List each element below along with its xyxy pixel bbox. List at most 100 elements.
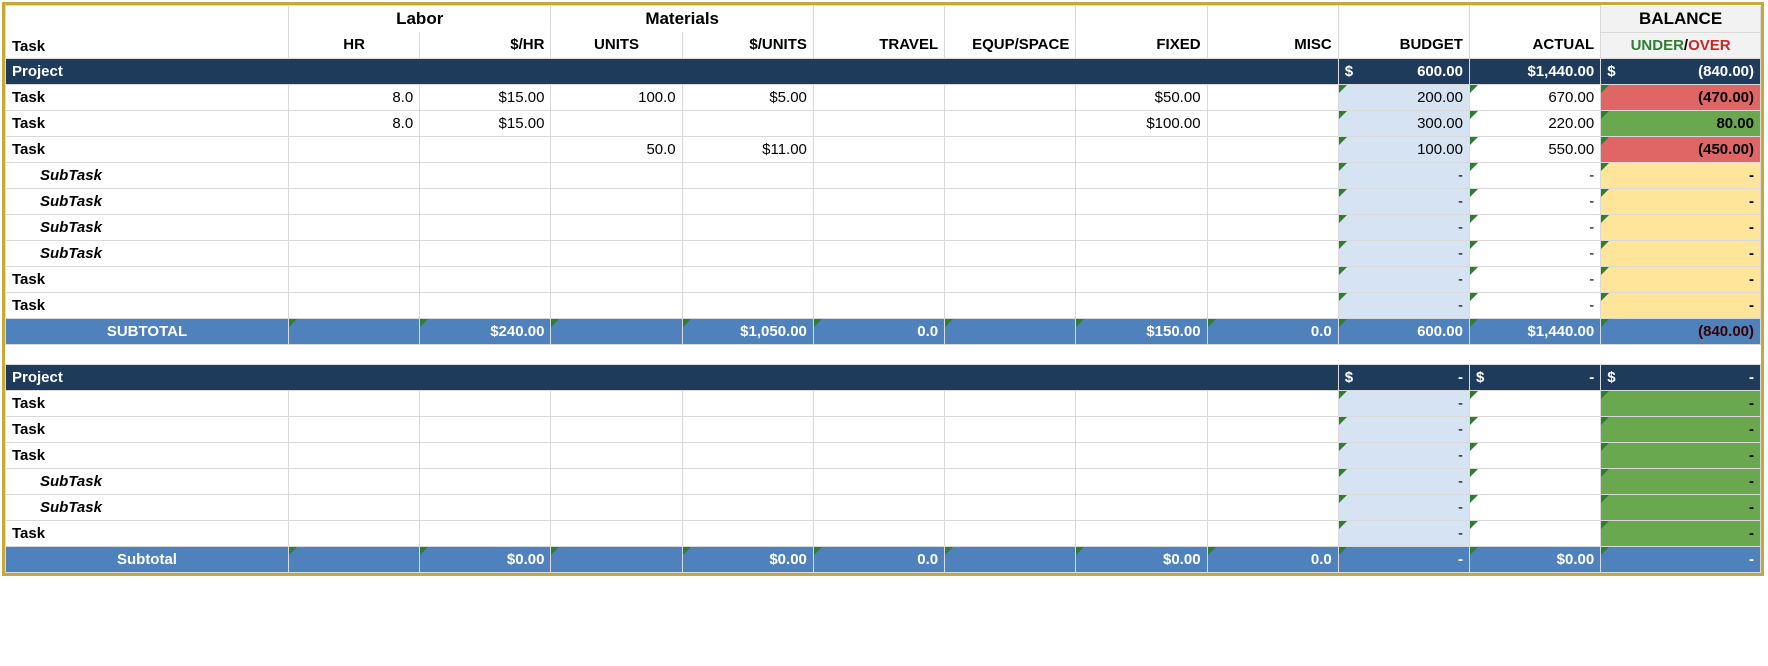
cell-budget[interactable]: - — [1338, 162, 1469, 188]
table-row[interactable]: Task8.0$15.00100.0$5.00$50.00200.00670.0… — [6, 84, 1761, 110]
cell-misc[interactable] — [1207, 110, 1338, 136]
cell-equip[interactable] — [945, 292, 1076, 318]
table-row[interactable]: SubTask--- — [6, 240, 1761, 266]
cell-budget[interactable]: - — [1338, 468, 1469, 494]
cell-unit-rate[interactable] — [682, 292, 813, 318]
cell-actual[interactable]: 550.00 — [1469, 136, 1600, 162]
table-row[interactable]: SubTask--- — [6, 162, 1761, 188]
row-label[interactable]: SubTask — [6, 240, 289, 266]
cell-budget[interactable]: 300.00 — [1338, 110, 1469, 136]
table-row[interactable]: Task-- — [6, 520, 1761, 546]
cell-rate[interactable] — [420, 214, 551, 240]
project-row[interactable]: Project $- $- $- — [6, 364, 1761, 390]
cell-travel[interactable] — [813, 110, 944, 136]
header-misc[interactable]: MISC — [1207, 32, 1338, 58]
subtotal-fixed[interactable]: $150.00 — [1076, 318, 1207, 344]
cell-misc[interactable] — [1207, 188, 1338, 214]
cell-balance[interactable]: - — [1601, 214, 1761, 240]
cell-actual[interactable]: - — [1469, 266, 1600, 292]
cell-actual[interactable]: 220.00 — [1469, 110, 1600, 136]
cell-balance[interactable]: - — [1601, 520, 1761, 546]
cell-fixed[interactable] — [1076, 188, 1207, 214]
row-label[interactable]: Task — [6, 292, 289, 318]
table-row[interactable]: SubTask-- — [6, 468, 1761, 494]
row-label[interactable]: SubTask — [6, 188, 289, 214]
project-balance[interactable]: $- — [1601, 364, 1761, 390]
cell-hr[interactable] — [288, 292, 419, 318]
subtotal-balance[interactable]: (840.00) — [1601, 318, 1761, 344]
header-budget[interactable]: BUDGET — [1338, 32, 1469, 58]
cell-rate[interactable] — [420, 240, 551, 266]
cell-unit-rate[interactable] — [682, 188, 813, 214]
row-label[interactable]: Task — [6, 390, 289, 416]
row-label[interactable]: Task — [6, 110, 289, 136]
cell-travel[interactable] — [813, 292, 944, 318]
cell-misc[interactable] — [1207, 266, 1338, 292]
cell-actual[interactable] — [1469, 416, 1600, 442]
cell-hr[interactable] — [288, 266, 419, 292]
cell-budget[interactable]: - — [1338, 188, 1469, 214]
row-label[interactable]: Task — [6, 84, 289, 110]
cell-budget[interactable]: 100.00 — [1338, 136, 1469, 162]
subtotal-materials[interactable]: $1,050.00 — [682, 318, 813, 344]
cell-fixed[interactable] — [1076, 266, 1207, 292]
cell-actual[interactable]: - — [1469, 292, 1600, 318]
project-budget[interactable]: $- — [1338, 364, 1469, 390]
cell-budget[interactable]: - — [1338, 266, 1469, 292]
cell-fixed[interactable] — [1076, 292, 1207, 318]
cell-hr[interactable] — [288, 214, 419, 240]
row-label[interactable]: SubTask — [6, 494, 289, 520]
cell-balance[interactable]: - — [1601, 416, 1761, 442]
row-label[interactable]: SubTask — [6, 214, 289, 240]
cell-budget[interactable]: - — [1338, 416, 1469, 442]
cell-misc[interactable] — [1207, 214, 1338, 240]
cell-balance[interactable]: - — [1601, 266, 1761, 292]
cell-budget[interactable]: - — [1338, 390, 1469, 416]
cell-rate[interactable] — [420, 136, 551, 162]
cell-fixed[interactable] — [1076, 162, 1207, 188]
table-row[interactable]: Task-- — [6, 416, 1761, 442]
project-actual[interactable]: $- — [1469, 364, 1600, 390]
row-label[interactable]: Task — [6, 136, 289, 162]
cell-fixed[interactable] — [1076, 214, 1207, 240]
subtotal-misc[interactable]: 0.0 — [1207, 546, 1338, 572]
cell-units[interactable] — [551, 110, 682, 136]
cell-unit-rate[interactable]: $11.00 — [682, 136, 813, 162]
cell-units[interactable]: 50.0 — [551, 136, 682, 162]
cell-actual[interactable]: 670.00 — [1469, 84, 1600, 110]
cell-budget[interactable]: - — [1338, 292, 1469, 318]
cell-rate[interactable] — [420, 266, 551, 292]
cell-actual[interactable] — [1469, 494, 1600, 520]
cell-balance[interactable]: - — [1601, 188, 1761, 214]
cell-equip[interactable] — [945, 188, 1076, 214]
row-label[interactable]: SubTask — [6, 162, 289, 188]
header-rate[interactable]: $/HR — [420, 32, 551, 58]
project-label[interactable]: Project — [6, 364, 1339, 390]
cell-travel[interactable] — [813, 266, 944, 292]
cell-rate[interactable]: $15.00 — [420, 84, 551, 110]
cell-hr[interactable]: 8.0 — [288, 110, 419, 136]
cell-fixed[interactable] — [1076, 240, 1207, 266]
table-row[interactable]: Task--- — [6, 266, 1761, 292]
cell-misc[interactable] — [1207, 240, 1338, 266]
subtotal-equip[interactable] — [945, 546, 1076, 572]
table-row[interactable]: Task8.0$15.00$100.00300.00220.0080.00 — [6, 110, 1761, 136]
subtotal-travel[interactable]: 0.0 — [813, 318, 944, 344]
cell-actual[interactable]: - — [1469, 214, 1600, 240]
header-task[interactable]: Task — [6, 6, 289, 59]
cell-hr[interactable] — [288, 240, 419, 266]
header-hr[interactable]: HR — [288, 32, 419, 58]
cell-units[interactable] — [551, 266, 682, 292]
cell-units[interactable]: 100.0 — [551, 84, 682, 110]
cell-equip[interactable] — [945, 240, 1076, 266]
table-row[interactable]: SubTask--- — [6, 188, 1761, 214]
table-row[interactable]: Task-- — [6, 390, 1761, 416]
cell-rate[interactable]: $15.00 — [420, 110, 551, 136]
table-row[interactable]: Task--- — [6, 292, 1761, 318]
cell-units[interactable] — [551, 162, 682, 188]
cell-balance[interactable]: - — [1601, 162, 1761, 188]
cell-rate[interactable] — [420, 188, 551, 214]
cell-misc[interactable] — [1207, 162, 1338, 188]
cell-travel[interactable] — [813, 162, 944, 188]
project-row[interactable]: Project $600.00 $1,440.00 $(840.00) — [6, 58, 1761, 84]
